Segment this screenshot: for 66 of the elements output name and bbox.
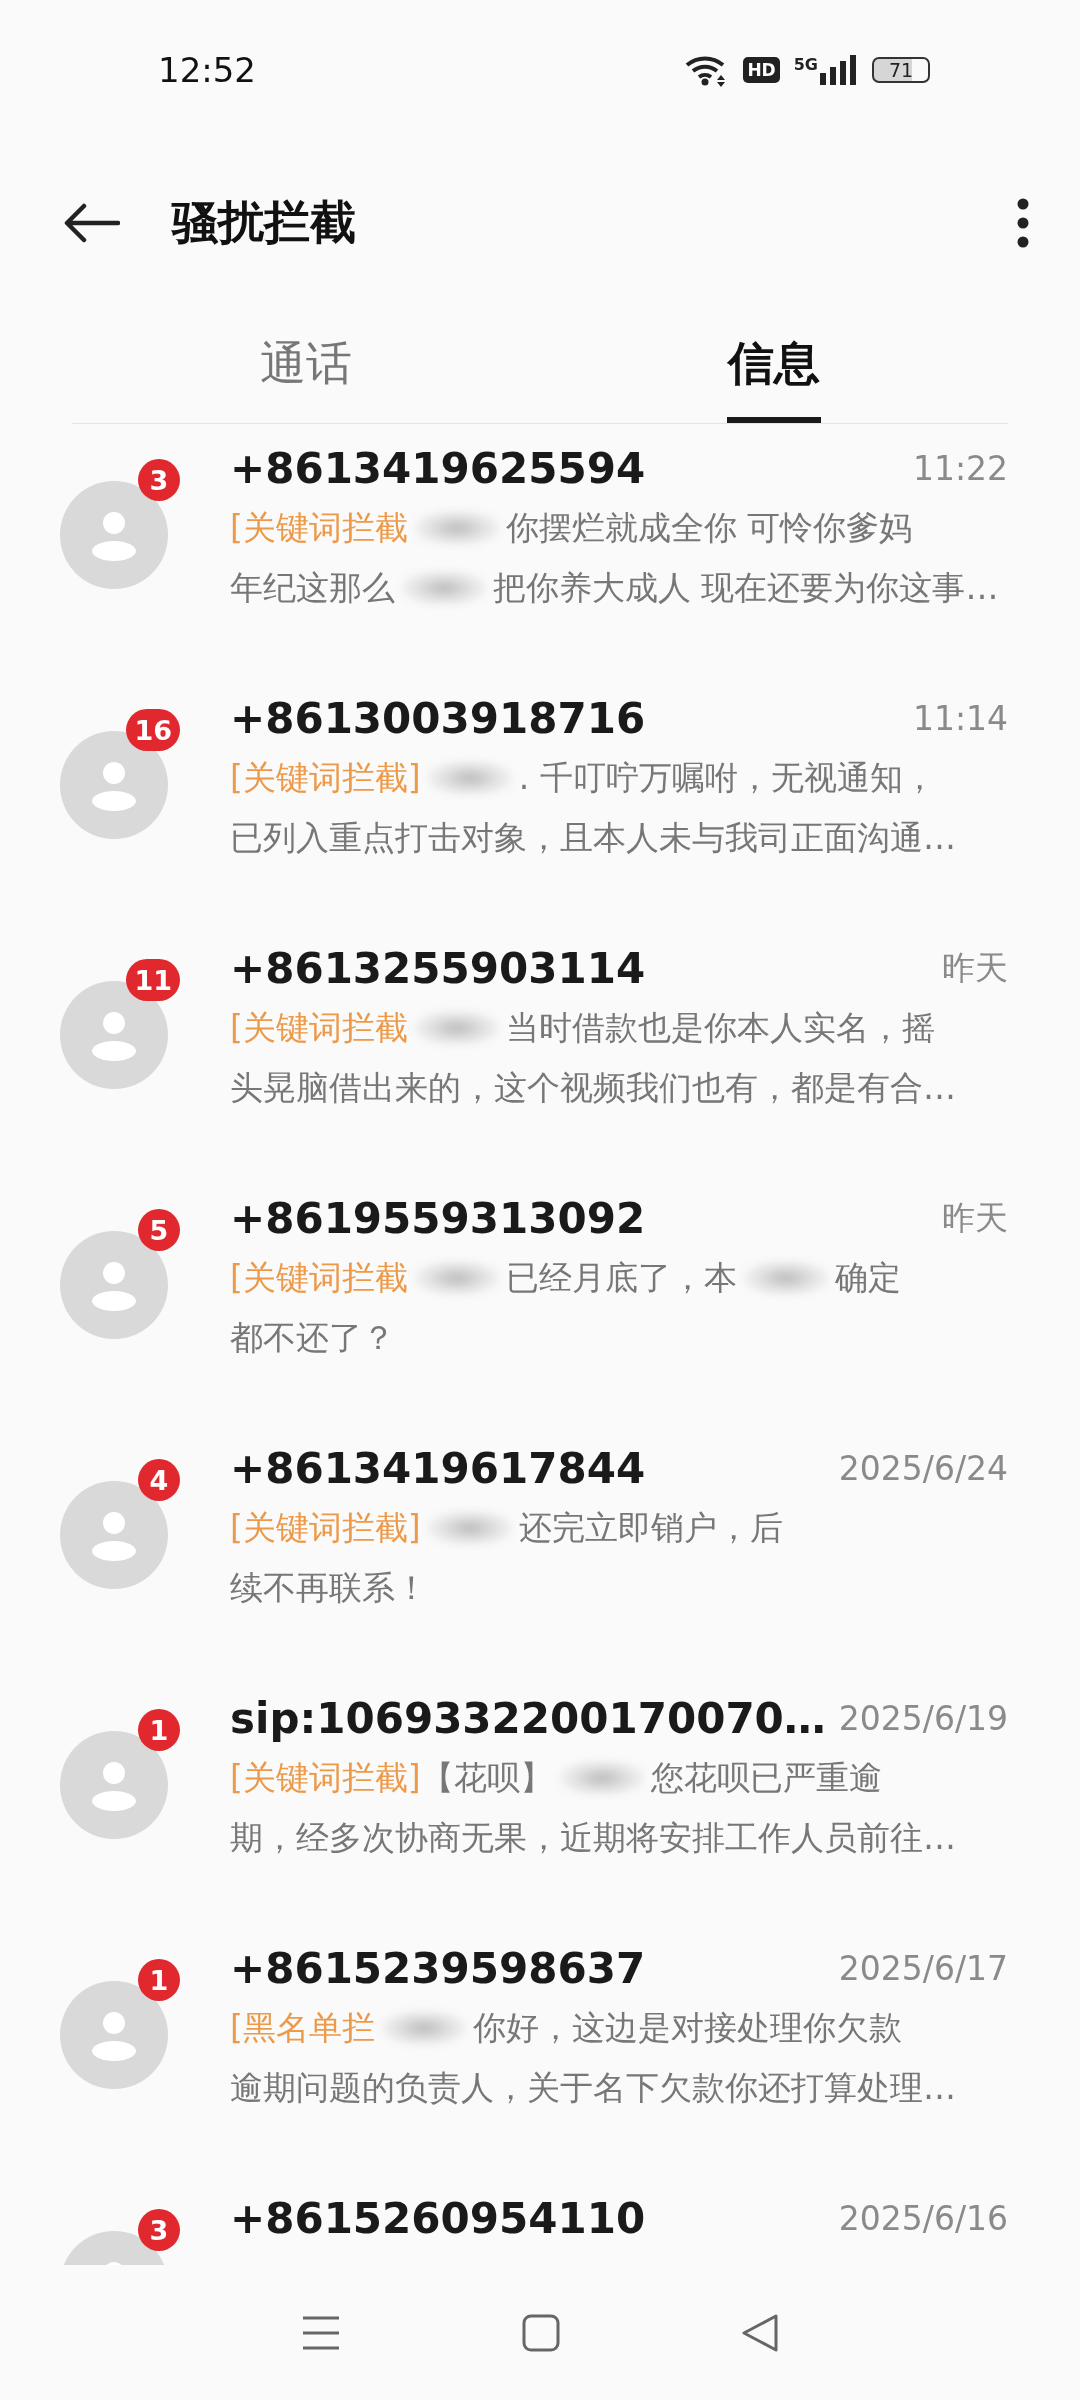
- hd-indicator: HD: [743, 57, 780, 83]
- message-time: 昨天: [942, 1196, 1008, 1239]
- unread-badge: 11: [126, 959, 180, 1001]
- page-title: 骚扰拦截: [172, 193, 357, 251]
- message-preview: 期，经多次协商无果，近期将安排工作人员前往…: [230, 1816, 956, 1859]
- message-time: 11:22: [912, 448, 1008, 488]
- unread-badge: 4: [138, 1459, 180, 1501]
- message-preview: 你摆烂就成全你 可怜你爹妈: [505, 506, 913, 549]
- message-preview: 还完立即销户，后: [518, 1506, 783, 1549]
- home-button[interactable]: [522, 2313, 560, 2352]
- sender-number: +8613419617844: [230, 1443, 646, 1493]
- unread-badge: 3: [138, 459, 180, 501]
- back-nav-button[interactable]: [741, 2312, 780, 2353]
- more-button[interactable]: [1016, 197, 1030, 248]
- filter-tag: [黑名单拦: [230, 2005, 375, 2051]
- message-time: 11:14: [912, 698, 1008, 738]
- back-triangle-icon: [741, 2312, 780, 2353]
- menu-button[interactable]: [300, 2314, 341, 2351]
- message-preview: 确定: [834, 1256, 901, 1299]
- filter-tag: [关键词拦截]: [230, 1755, 421, 1801]
- unread-badge: 5: [138, 1209, 180, 1251]
- message-time: 昨天: [942, 946, 1008, 989]
- sender-number: sip:1069332200170070…: [230, 1693, 826, 1743]
- unread-badge: 1: [138, 1959, 180, 2001]
- message-preview: . 千叮咛万嘱咐，无视通知，: [518, 756, 936, 799]
- network-type: 5G: [793, 55, 818, 74]
- filter-tag: [关键词拦截: [230, 505, 408, 551]
- menu-icon: [300, 2314, 341, 2351]
- sender-number: +8619559313092: [230, 1193, 646, 1243]
- filter-tag: [关键词拦截: [230, 1255, 408, 1301]
- message-time: 2025/6/24: [838, 1448, 1008, 1488]
- message-preview: 已列入重点打击对象，且本人未与我司正面沟通…: [230, 816, 956, 859]
- message-preview: 逾期问题的负责人，关于名下欠款你还打算处理…: [230, 2066, 956, 2109]
- back-arrow-icon: [64, 202, 120, 243]
- back-button[interactable]: [64, 202, 120, 243]
- unread-badge: 3: [138, 2209, 180, 2251]
- message-preview: 年纪这那么: [230, 566, 395, 609]
- message-preview: 把你养大成人 现在还要为你这事…: [493, 566, 999, 609]
- home-icon: [522, 2313, 560, 2352]
- filter-tag: [关键词拦截]: [230, 755, 421, 801]
- sender-number: +8615239598637: [230, 1943, 646, 1993]
- message-preview: 已经月底了，本: [505, 1256, 737, 1299]
- message-preview: 续不再联系！: [230, 1566, 428, 1609]
- message-time: 2025/6/19: [838, 1698, 1008, 1738]
- status-time: 12:52: [158, 50, 256, 90]
- message-preview: 头晃脑借出来的，这个视频我们也有，都是有合…: [230, 1066, 956, 1109]
- battery-indicator: 71: [872, 57, 930, 83]
- message-time: 2025/6/17: [838, 1948, 1008, 1988]
- tab[interactable]: 信息: [540, 305, 1008, 423]
- sender-number: +8613003918716: [230, 693, 646, 743]
- sender-number: +8615260954110: [230, 2193, 646, 2243]
- sender-number: +8613419625594: [230, 443, 646, 493]
- message-time: 2025/6/16: [838, 2198, 1008, 2238]
- message-preview: 您花呗已严重逾: [650, 1756, 882, 1799]
- message-preview: 都不还了？: [230, 1316, 395, 1359]
- message-preview: 【花呗】: [420, 1756, 553, 1799]
- filter-tag: [关键词拦截]: [230, 1505, 421, 1551]
- signal-icon: [820, 55, 858, 85]
- unread-badge: 1: [138, 1709, 180, 1751]
- sender-number: +8613255903114: [230, 943, 646, 993]
- message-preview: 当时借款也是你本人实名，摇: [505, 1006, 935, 1049]
- more-icon: [1016, 197, 1030, 248]
- unread-badge: 16: [126, 709, 180, 751]
- filter-tag: [关键词拦截: [230, 1005, 408, 1051]
- message-preview: 你好，这边是对接处理你欠款: [472, 2006, 902, 2049]
- tab[interactable]: 通话: [72, 305, 540, 423]
